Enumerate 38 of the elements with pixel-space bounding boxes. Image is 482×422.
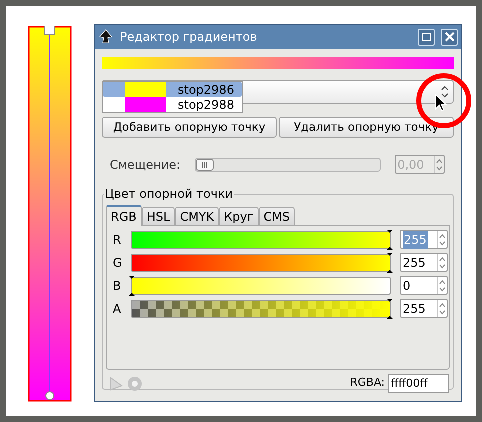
window-title: Редактор градиентов [120,29,258,46]
color-mode-tab[interactable]: Круг [219,207,259,226]
spin-arrows-drawing [439,278,446,292]
mouse-cursor-icon [435,94,447,112]
maximize-icon [422,33,431,41]
channel-slider[interactable] [131,230,391,248]
add-stop-button[interactable]: Добавить опорную точку [102,117,277,138]
app-logo-icon [98,29,114,45]
combo-arrows-icon [441,85,449,99]
spin-field[interactable]: 255 [400,299,448,318]
spin-arrows-drawing [439,256,446,270]
channel-slider[interactable] [131,254,391,272]
color-mode-tab[interactable]: CMS [258,207,296,226]
spin-arrows-drawing [439,232,446,246]
offset-label: Смещение: [110,156,181,174]
channel-slider[interactable] [131,276,391,294]
stop-item[interactable]: stop2988 [103,97,242,112]
close-icon [444,32,454,42]
channel-label: R [113,232,122,248]
rgba-label: RGBA: [350,375,385,392]
channel-label: G [113,254,124,272]
frame-title: Цвет опорной точки [104,186,234,202]
spin-field[interactable]: 0 [400,276,448,295]
grip-icon [202,162,208,168]
channel-label: A [113,300,122,318]
color-mode-tab[interactable]: HSL [142,207,176,226]
close-button[interactable] [441,28,458,46]
spin-arrows-drawing [436,158,443,172]
stop-item[interactable]: stop2986 [103,82,242,97]
spin-arrows-drawing [439,302,446,316]
rgba-field[interactable]: ffff00ff [388,374,449,393]
color-mode-tab[interactable]: RGB [106,205,142,226]
channel-slider[interactable] [131,300,391,318]
maximize-button[interactable] [418,28,435,46]
spin-field[interactable]: 255 [400,253,448,272]
color-mode-tab[interactable]: CMYK [175,207,220,226]
channel-label: B [113,278,122,294]
offset-slider[interactable] [194,158,381,172]
